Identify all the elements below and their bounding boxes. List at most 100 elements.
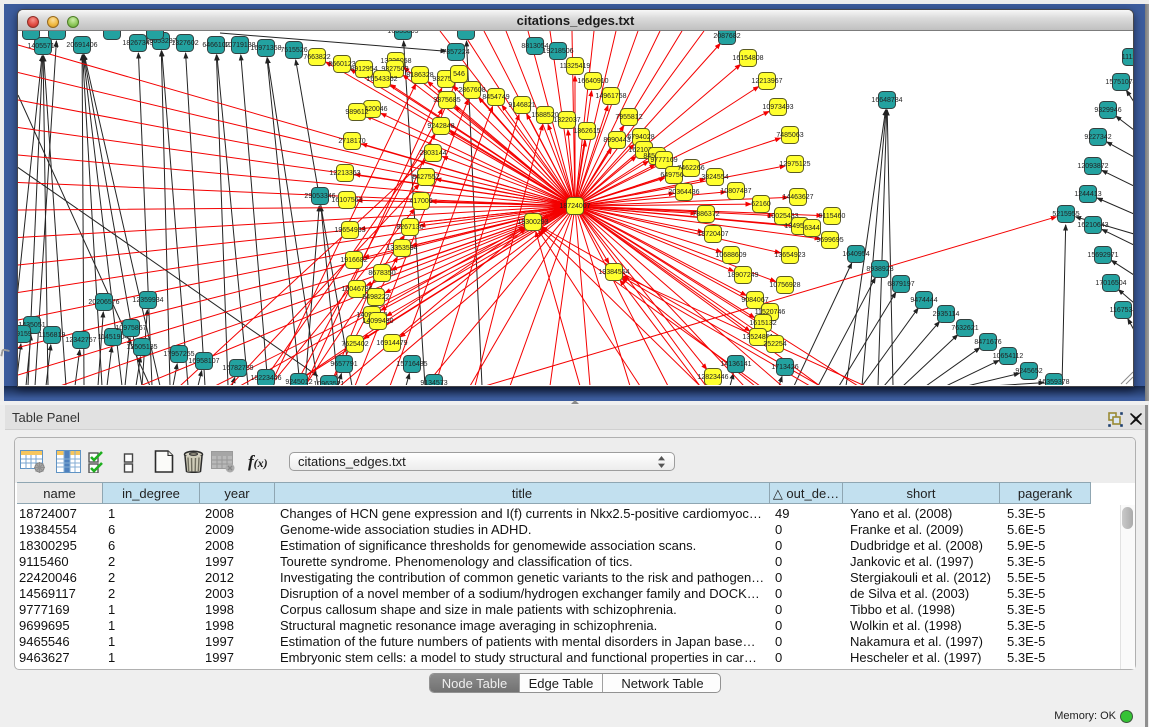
svg-text:252254: 252254 [763,341,786,348]
svg-text:8186328: 8186328 [406,72,433,79]
svg-text:9134573: 9134573 [420,380,447,385]
svg-text:9474444: 9474444 [910,297,937,304]
svg-text:1916682: 1916682 [340,257,367,264]
svg-text:12823446: 12823446 [697,374,728,381]
svg-text:5215955: 5215955 [1052,211,1079,218]
svg-text:16782759: 16782759 [222,365,253,372]
svg-text:7632621: 7632621 [951,325,978,332]
svg-text:12213363: 12213363 [329,170,360,177]
svg-text:10963521: 10963521 [313,381,344,385]
svg-text:8267130: 8267130 [396,224,423,231]
svg-text:17957255: 17957255 [163,351,194,358]
svg-text:14961758: 14961758 [595,93,626,100]
svg-text:7663822: 7663822 [303,54,330,61]
svg-text:18907249: 18907249 [727,272,758,279]
svg-text:20364436: 20364436 [668,189,699,196]
svg-text:10688609: 10688609 [715,252,746,259]
svg-text:9227342: 9227342 [1084,134,1111,141]
svg-text:15751074: 15751074 [1105,79,1133,86]
svg-text:546: 546 [453,71,465,78]
svg-text:16210643: 16210643 [1077,222,1108,229]
svg-text:14099490: 14099490 [362,318,393,325]
svg-text:16648784: 16648784 [871,97,902,104]
svg-text:7357224: 7357224 [442,49,469,56]
svg-text:1713426: 1713426 [771,364,798,371]
svg-text:7515526: 7515526 [280,47,307,54]
svg-text:6794028: 6794028 [627,134,654,141]
svg-text:12505135: 12505135 [126,344,157,351]
svg-text:15692971: 15692971 [1087,252,1118,259]
svg-text:20206576: 20206576 [88,299,119,306]
svg-text:10756928: 10756928 [769,282,800,289]
svg-text:7886372: 7886372 [692,211,719,218]
svg-text:9242848: 9242848 [427,123,454,130]
svg-text:12975125: 12975125 [779,161,810,168]
svg-text:11325419: 11325419 [560,63,591,70]
svg-text:9115460: 9115460 [819,213,846,220]
svg-text:8912954: 8912954 [350,66,377,73]
svg-text:16971358: 16971358 [250,45,281,52]
svg-text:15716485: 15716485 [396,361,427,368]
svg-text:16359378: 16359378 [1038,379,1069,385]
svg-text:2867608: 2867608 [458,87,485,94]
svg-text:7955812: 7955812 [615,114,642,121]
svg-text:9777169: 9777169 [650,157,677,164]
svg-text:12093872: 12093872 [1077,163,1108,170]
svg-text:8454749: 8454749 [482,94,509,101]
svg-text:1167534: 1167534 [1110,307,1133,314]
svg-text:16640910: 16640910 [577,78,608,85]
svg-text:16107563: 16107563 [331,197,362,204]
svg-text:5498222: 5498222 [362,294,389,301]
svg-text:16543362: 16543362 [366,76,397,83]
svg-text:2718170: 2718170 [338,138,365,145]
svg-text:3875685: 3875685 [433,97,460,104]
svg-text:9146821: 9146821 [508,102,535,109]
svg-text:9245012: 9245012 [285,379,312,385]
svg-text:62160: 62160 [751,201,771,208]
svg-text:14136141: 14136141 [720,361,751,368]
svg-text:16914479: 16914479 [376,340,407,347]
svg-text:10973493: 10973493 [762,104,793,111]
svg-text:8678350: 8678350 [368,270,395,277]
svg-text:9329946: 9329946 [1094,107,1121,114]
svg-text:9084067: 9084067 [741,297,768,304]
svg-text:14463627: 14463627 [782,194,813,201]
svg-text:15300293: 15300293 [517,219,548,226]
svg-text:6344: 6344 [804,225,820,232]
svg-text:10975867: 10975867 [115,325,146,332]
svg-text:8427552: 8427552 [412,174,439,181]
svg-text:2935114: 2935114 [933,311,960,318]
svg-text:7462266: 7462266 [677,165,704,172]
svg-text:16958107: 16958107 [188,358,219,365]
svg-text:1588520: 1588520 [531,112,558,119]
svg-text:19384554: 19384554 [598,269,629,276]
svg-text:9245652: 9245652 [1015,368,1042,375]
svg-text:18223446: 18223446 [250,375,281,382]
svg-text:1156819: 1156819 [39,332,66,339]
svg-text:1362615: 1362615 [573,128,600,135]
svg-text:16154808: 16154808 [732,55,763,62]
svg-text:2087682: 2087682 [713,33,740,40]
svg-text:1244413: 1244413 [1074,191,1101,198]
svg-text:2803144: 2803144 [419,150,446,157]
svg-text:1640954: 1640954 [842,251,869,258]
svg-text:11124: 11124 [1122,54,1133,61]
svg-text:1615132: 1615132 [749,320,776,327]
svg-text:10807487: 10807487 [720,188,751,195]
svg-text:7625402: 7625402 [341,341,368,348]
svg-text:39159: 39159 [18,331,32,338]
svg-text:18720407: 18720407 [697,231,728,238]
svg-text:9657791: 9657791 [330,361,357,368]
svg-text:10654112: 10654112 [993,353,1024,360]
svg-text:14055714: 14055714 [27,43,58,50]
svg-text:989612: 989612 [345,109,368,116]
svg-text:8471676: 8471676 [974,339,1001,346]
svg-text:8938923: 8938923 [866,266,893,273]
svg-text:13654923: 13654923 [774,252,805,259]
svg-text:12342757: 12342757 [65,337,96,344]
svg-text:19654933: 19654933 [334,227,365,234]
svg-text:7485063: 7485063 [776,132,803,139]
svg-text:1327602: 1327602 [171,40,198,47]
svg-text:3824554: 3824554 [701,174,728,181]
svg-text:13353594: 13353594 [386,245,417,252]
